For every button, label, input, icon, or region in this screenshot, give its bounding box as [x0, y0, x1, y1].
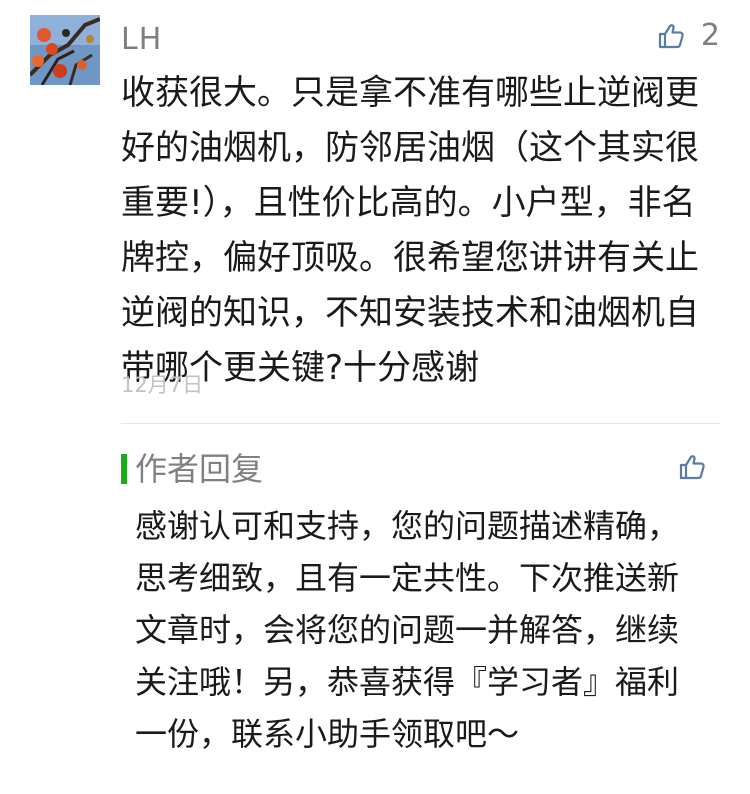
reply-body: 感谢认可和支持，您的问题描述精确，思考细致，且有一定共性。下次推送新文章时，会将…: [135, 507, 680, 753]
avatar[interactable]: [30, 15, 100, 85]
comment-date: 12月7日: [121, 373, 204, 397]
thumbs-up-icon: [658, 24, 684, 49]
reply-label: 作者回复: [135, 450, 264, 488]
avatar-image: [30, 15, 100, 85]
thumbs-up-icon: [679, 455, 705, 480]
reply-like-button[interactable]: [678, 453, 706, 481]
username: LH: [121, 22, 163, 57]
comment-like-button[interactable]: 2: [657, 16, 720, 56]
like-count: 2: [700, 18, 720, 53]
comment-body: 收获很大。只是拿不准有哪些止逆阀更好的油烟机，防邻居油烟（这个其实很重要!），且…: [121, 73, 699, 388]
comment-thread: LH 2 收获很大。只是拿不准有哪些止逆阀更好的油烟机，防邻居油烟（这个其实很重…: [0, 0, 750, 794]
divider: [121, 423, 720, 424]
reply-accent-bar: [121, 454, 127, 484]
